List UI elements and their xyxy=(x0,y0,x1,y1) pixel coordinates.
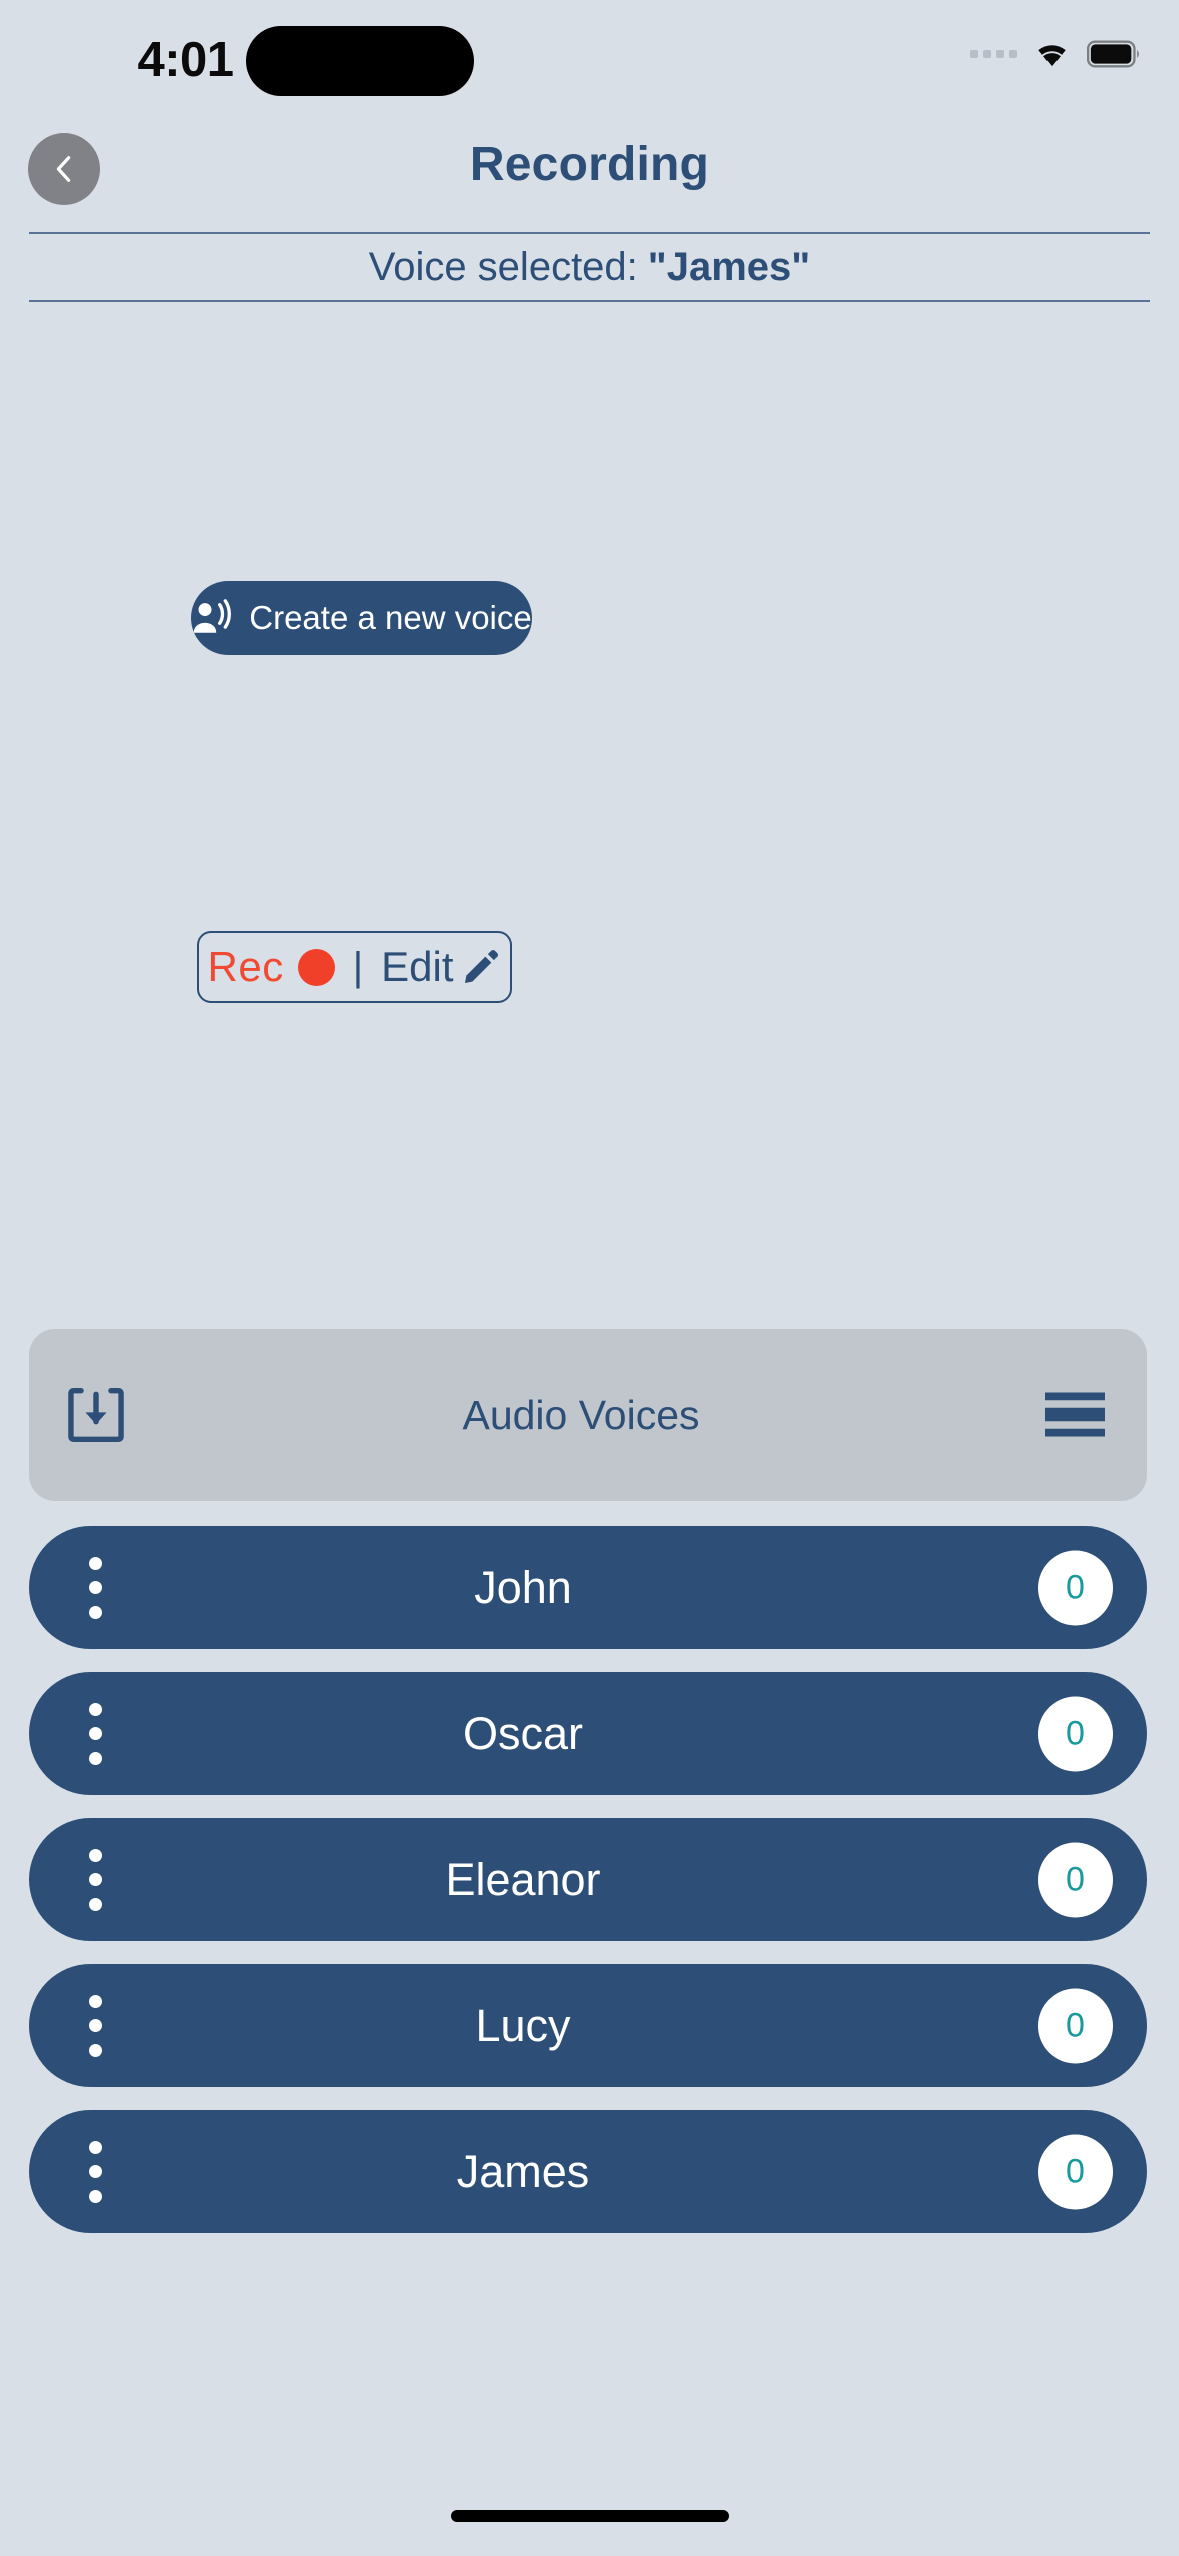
status-badge[interactable]: 0 xyxy=(1038,1842,1113,1917)
create-new-voice-button[interactable]: Create a new voice xyxy=(191,581,532,655)
divider-bottom xyxy=(29,300,1150,302)
edit-label[interactable]: Edit xyxy=(381,943,453,991)
table-row[interactable]: Oscar 0 xyxy=(29,1672,1147,1795)
home-indicator[interactable] xyxy=(450,2510,729,2522)
status-bar-indicators xyxy=(970,38,1141,70)
rec-label[interactable]: Rec xyxy=(208,943,284,991)
page-title: Recording xyxy=(469,138,710,191)
status-badge[interactable]: 0 xyxy=(1038,1550,1113,1625)
voice-name: Eleanor xyxy=(445,1853,601,1905)
status-badge[interactable]: 0 xyxy=(1038,2134,1113,2209)
battery-icon xyxy=(1087,40,1139,68)
status-bar: 4:01 xyxy=(0,0,1179,125)
voice-selected-label: Voice selected: xyxy=(368,244,638,289)
table-row[interactable]: John 0 xyxy=(29,1526,1147,1649)
table-row[interactable]: Eleanor 0 xyxy=(29,1818,1147,1941)
record-dot-icon[interactable] xyxy=(297,948,335,986)
voice-name: Oscar xyxy=(462,1707,583,1759)
audio-voices-title: Audio Voices xyxy=(462,1391,700,1438)
record-voice-over-icon xyxy=(194,599,232,633)
dynamic-island xyxy=(246,26,474,96)
table-row[interactable]: Lucy 0 xyxy=(29,1964,1147,2087)
voice-selected-value: "James" xyxy=(647,244,811,289)
status-badge[interactable]: 0 xyxy=(1038,1696,1113,1771)
voice-selected-row: Voice selected: "James" xyxy=(29,234,1150,300)
rec-edit-separator: | xyxy=(352,944,364,989)
audio-voices-bar[interactable]: Audio Voices xyxy=(29,1329,1147,1501)
voice-selected-block: Voice selected: "James" xyxy=(29,232,1150,302)
voice-name: John xyxy=(474,1561,572,1613)
table-row[interactable]: James 0 xyxy=(29,2110,1147,2233)
status-badge[interactable]: 0 xyxy=(1038,1988,1113,2063)
pencil-icon[interactable] xyxy=(461,947,501,987)
signal-dots-icon xyxy=(970,50,1017,58)
phone-screen: 4:01 Recording Voice selected: "James" C… xyxy=(0,0,1179,2556)
voice-list: John 0 Oscar 0 Eleanor 0 Lucy 0 James 0 xyxy=(29,1526,1147,2256)
voice-name: Lucy xyxy=(475,1999,571,2051)
page-header: Recording xyxy=(0,133,1179,213)
hamburger-menu-icon[interactable] xyxy=(1045,1391,1105,1439)
create-new-voice-label: Create a new voice xyxy=(249,599,532,636)
voice-name: James xyxy=(456,2145,590,2197)
rec-edit-toggle[interactable]: Rec | Edit xyxy=(197,931,512,1003)
wifi-icon xyxy=(1038,45,1066,67)
